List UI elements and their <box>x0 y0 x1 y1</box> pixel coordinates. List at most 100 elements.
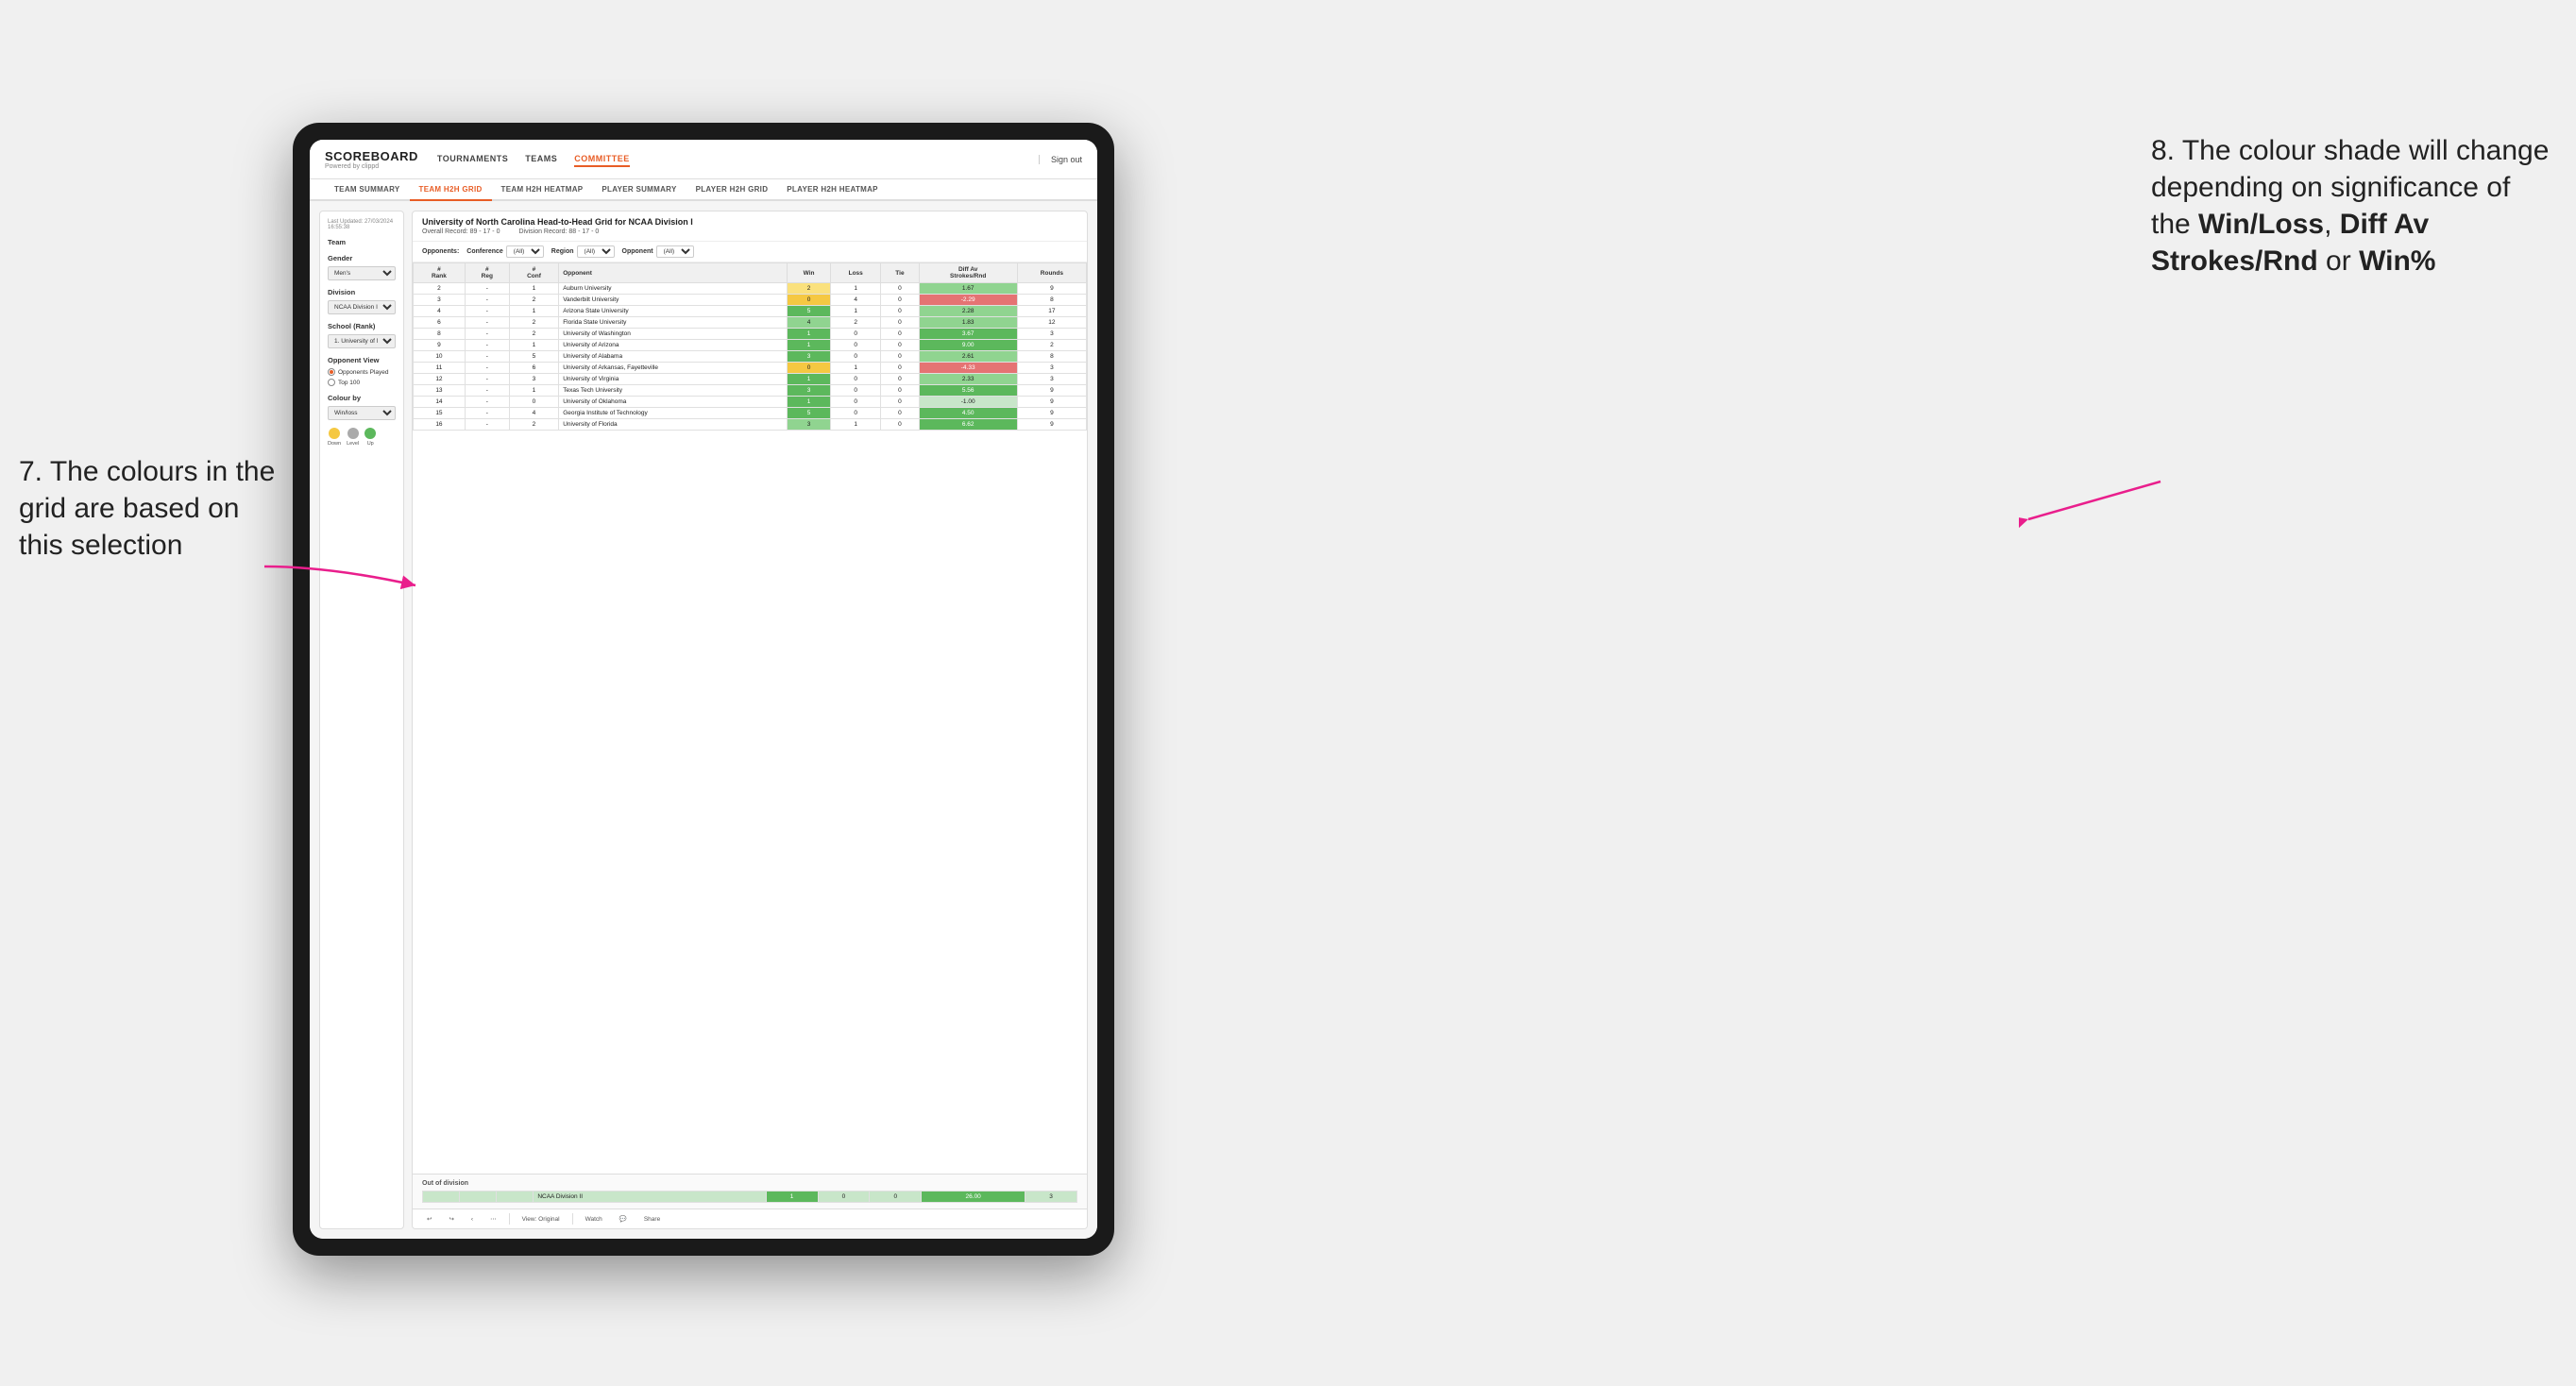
conference-filter: Conference (All) <box>466 245 544 258</box>
opponent-view-section: Opponent View Opponents Played Top 100 <box>328 356 396 386</box>
legend-down: Down <box>328 428 341 447</box>
cell-reg: - <box>465 397 509 408</box>
tab-player-h2h-grid[interactable]: PLAYER H2H GRID <box>686 179 778 199</box>
colour-by-section: Colour by Win/loss <box>328 394 396 420</box>
cell-tie: 0 <box>881 385 919 397</box>
cell-tie: 0 <box>881 351 919 363</box>
school-select[interactable]: 1. University of Nort... <box>328 334 396 348</box>
nav-tournaments[interactable]: TOURNAMENTS <box>437 152 508 167</box>
app-logo: SCOREBOARD <box>325 149 418 163</box>
cell-opponent: University of Florida <box>559 419 788 431</box>
division-select[interactable]: NCAA Division I <box>328 300 396 314</box>
gender-label: Gender <box>328 254 396 262</box>
redo-btn[interactable]: ↪ <box>444 1213 458 1225</box>
cell-rounds: 9 <box>1017 408 1086 419</box>
timestamp: Last Updated: 27/03/2024 16:55:38 <box>328 219 396 230</box>
cell-loss: 0 <box>831 340 881 351</box>
share-btn[interactable]: Share <box>639 1214 665 1225</box>
tab-team-h2h-grid[interactable]: TEAM H2H GRID <box>410 179 492 201</box>
comment-btn[interactable]: 💬 <box>615 1213 632 1225</box>
toolbar: ↩ ↪ ‹ ⋯ View: Original Watch 💬 Share <box>413 1209 1087 1228</box>
cell-rank: 8 <box>414 329 466 340</box>
tab-player-h2h-heatmap[interactable]: PLAYER H2H HEATMAP <box>777 179 888 199</box>
colour-by-select[interactable]: Win/loss <box>328 406 396 420</box>
radio-group: Opponents Played Top 100 <box>328 368 396 386</box>
table-row: 11 - 6 University of Arkansas, Fayettevi… <box>414 363 1087 374</box>
cell-diff: 2.61 <box>919 351 1017 363</box>
cell-win: 5 <box>788 306 831 317</box>
opponent-label: Opponent <box>622 248 653 255</box>
region-select[interactable]: (All) <box>577 245 615 258</box>
cell-rank: 13 <box>414 385 466 397</box>
opponent-select[interactable]: (All) <box>656 245 694 258</box>
nav-teams[interactable]: TEAMS <box>525 152 557 167</box>
col-win: Win <box>788 263 831 283</box>
radio-top100[interactable]: Top 100 <box>328 379 396 386</box>
cell-reg: - <box>465 351 509 363</box>
cell-reg: - <box>465 419 509 431</box>
nav-committee[interactable]: COMMITTEE <box>574 152 630 167</box>
watch-btn[interactable]: Watch <box>581 1214 607 1225</box>
cell-loss: 0 <box>831 385 881 397</box>
gender-select[interactable]: Men's <box>328 266 396 280</box>
sign-out-link[interactable]: Sign out <box>1039 155 1082 164</box>
tab-player-summary[interactable]: PLAYER SUMMARY <box>592 179 686 199</box>
cell-win: 3 <box>788 385 831 397</box>
more-btn[interactable]: ⋯ <box>485 1213 501 1225</box>
tablet-device: SCOREBOARD Powered by clippd TOURNAMENTS… <box>293 123 1114 1256</box>
table-row: 4 - 1 Arizona State University 5 1 0 2.2… <box>414 306 1087 317</box>
grid-subtitle: Overall Record: 89 - 17 - 0 Division Rec… <box>422 228 1077 235</box>
data-table: #Rank #Reg #Conf Opponent Win Loss Tie D… <box>413 262 1087 1174</box>
cell-opponent: Auburn University <box>559 283 788 295</box>
col-rounds: Rounds <box>1017 263 1086 283</box>
back-btn[interactable]: ‹ <box>466 1214 478 1225</box>
cell-rank: 12 <box>414 374 466 385</box>
cell-rank: 6 <box>414 317 466 329</box>
division-record: Division Record: 88 - 17 - 0 <box>518 228 599 235</box>
undo-btn[interactable]: ↩ <box>422 1213 436 1225</box>
division-label: Division <box>328 288 396 296</box>
radio-dot-opponents <box>328 368 335 376</box>
opponent-view-label: Opponent View <box>328 356 396 364</box>
tab-team-summary[interactable]: TEAM SUMMARY <box>325 179 410 199</box>
cell-rounds: 8 <box>1017 295 1086 306</box>
cell-loss: 0 <box>831 351 881 363</box>
legend-up: Up <box>364 428 376 447</box>
conference-select[interactable]: (All) <box>506 245 544 258</box>
legend-dot-up <box>364 428 376 439</box>
cell-conf: 2 <box>509 317 558 329</box>
cell-reg: - <box>465 317 509 329</box>
toolbar-sep-2 <box>572 1213 573 1225</box>
tab-team-h2h-heatmap[interactable]: TEAM H2H HEATMAP <box>492 179 593 199</box>
col-tie: Tie <box>881 263 919 283</box>
cell-conf: 2 <box>509 419 558 431</box>
h2h-table: #Rank #Reg #Conf Opponent Win Loss Tie D… <box>413 262 1087 431</box>
cell-loss: 4 <box>831 295 881 306</box>
col-opponent: Opponent <box>559 263 788 283</box>
school-label: School (Rank) <box>328 322 396 330</box>
right-annotation: 8. The colour shade will change dependin… <box>2151 132 2557 279</box>
cell-rank: 15 <box>414 408 466 419</box>
radio-top100-label: Top 100 <box>338 380 360 386</box>
out-of-division-table: NCAA Division II 1 0 0 26.00 3 <box>422 1191 1077 1203</box>
cell-opponent: Arizona State University <box>559 306 788 317</box>
cell-opponent: University of Arizona <box>559 340 788 351</box>
toolbar-sep-1 <box>509 1213 510 1225</box>
view-original-btn[interactable]: View: Original <box>517 1214 565 1225</box>
cell-tie: 0 <box>881 306 919 317</box>
cell-tie: 0 <box>881 419 919 431</box>
cell-win: 1 <box>788 329 831 340</box>
cell-win: 3 <box>788 419 831 431</box>
cell-tie: 0 <box>881 363 919 374</box>
overall-record: Overall Record: 89 - 17 - 0 <box>422 228 500 235</box>
col-diff: Diff AvStrokes/Rnd <box>919 263 1017 283</box>
cell-rank: 4 <box>414 306 466 317</box>
cell-win: 4 <box>788 317 831 329</box>
right-arrow-svg <box>2019 463 2170 538</box>
cell-tie: 0 <box>881 283 919 295</box>
radio-opponents-played[interactable]: Opponents Played <box>328 368 396 376</box>
out-of-division: Out of division NCAA Division II 1 0 0 <box>413 1174 1087 1209</box>
cell-rounds: 3 <box>1017 374 1086 385</box>
cell-conf: 1 <box>509 283 558 295</box>
table-row: 15 - 4 Georgia Institute of Technology 5… <box>414 408 1087 419</box>
